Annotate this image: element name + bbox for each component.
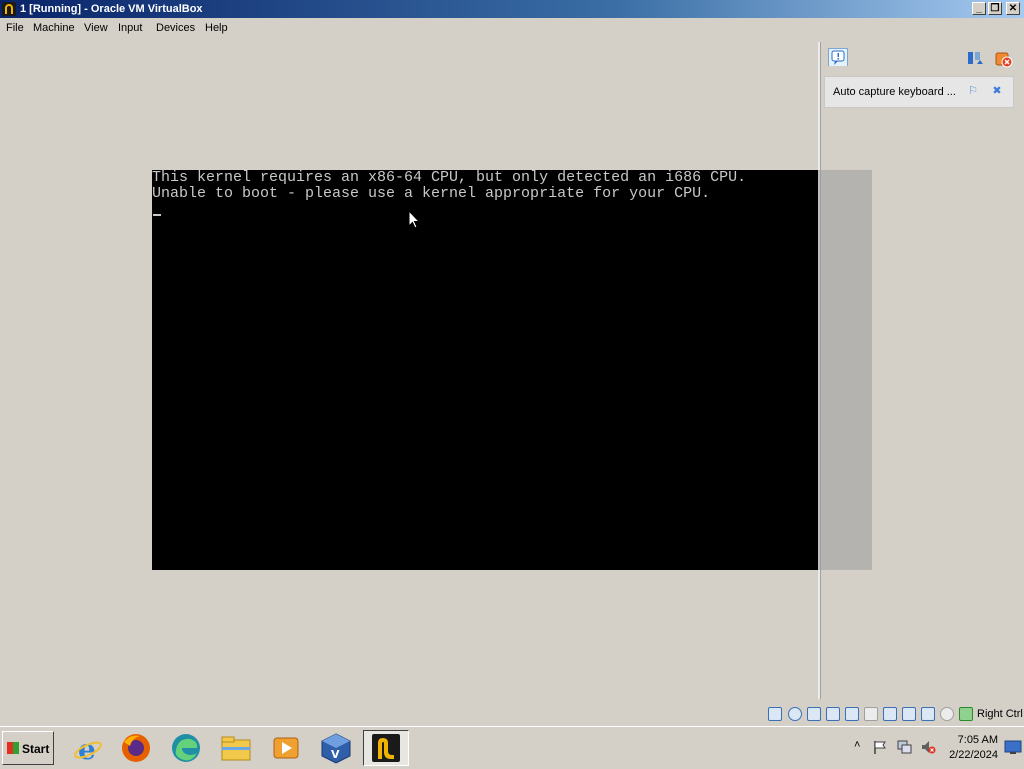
shared-folders-icon[interactable]	[864, 707, 878, 721]
restore-button[interactable]: ❐	[988, 2, 1002, 15]
menu-help[interactable]: Help	[205, 21, 228, 35]
svg-text:V: V	[331, 748, 340, 761]
virtualbox-manager-icon[interactable]: V	[314, 730, 358, 766]
menu-file[interactable]: File	[6, 21, 24, 35]
video-capture-icon[interactable]	[902, 707, 916, 721]
virtualbox-app-icon[interactable]	[2, 2, 16, 16]
minimize-button[interactable]: _	[972, 2, 986, 15]
vm-status-bar: Right Ctrl	[0, 704, 1024, 726]
console-line-2: Unable to boot - please use a kernel app…	[152, 185, 711, 202]
dismiss-all-icon[interactable]	[994, 50, 1014, 68]
menu-devices[interactable]: Devices	[156, 21, 195, 35]
window-title: 1 [Running] - Oracle VM VirtualBox	[20, 3, 203, 15]
network-tray-icon[interactable]	[896, 739, 912, 755]
menu-input[interactable]: Input	[118, 21, 142, 35]
firefox-icon[interactable]	[114, 730, 158, 766]
text-cursor	[153, 214, 161, 216]
taskbar: Start e V ˄ 7:05 AM 2/22/2024	[0, 726, 1024, 769]
start-label: Start	[22, 742, 50, 756]
close-button[interactable]: ✕	[1006, 2, 1020, 15]
display-icon[interactable]	[883, 707, 897, 721]
edge-icon[interactable]	[164, 730, 208, 766]
sort-notifications-icon[interactable]	[966, 50, 986, 68]
menu-machine[interactable]: Machine	[33, 21, 75, 35]
internet-explorer-icon[interactable]: e	[66, 730, 110, 766]
clock[interactable]: 7:05 AM 2/22/2024	[942, 733, 998, 763]
mouse-pointer-icon	[408, 210, 420, 229]
media-player-icon[interactable]	[264, 730, 308, 766]
show-hidden-icons-icon[interactable]: ˄	[854, 739, 860, 751]
menu-view[interactable]: View	[84, 21, 108, 35]
menu-bar: File Machine View Input Devices Help	[0, 18, 1024, 38]
console-line-1: This kernel requires an x86-64 CPU, but …	[152, 169, 747, 186]
clock-date: 2/22/2024	[949, 749, 998, 761]
start-button[interactable]: Start	[2, 731, 54, 765]
mouse-integration-icon[interactable]	[940, 707, 954, 721]
hard-disk-icon[interactable]	[768, 707, 782, 721]
vm-screen[interactable]: This kernel requires an x86-64 CPU, but …	[152, 170, 872, 570]
virtualization-icon[interactable]	[921, 707, 935, 721]
windows-logo-icon	[7, 742, 19, 754]
side-panel-header	[824, 46, 1024, 72]
keyboard-capture-icon[interactable]	[959, 707, 973, 721]
message-center-icon[interactable]	[828, 48, 848, 66]
close-notification-icon[interactable]: ✖	[991, 85, 1003, 97]
network-icon[interactable]	[826, 707, 840, 721]
do-not-show-again-icon[interactable]: ⚐	[967, 85, 979, 97]
virtualbox-vm-icon	[372, 734, 400, 762]
show-desktop-icon[interactable]	[1004, 739, 1022, 755]
notification-text: Auto capture keyboard ...	[833, 86, 956, 98]
system-tray: ˄ 7:05 AM 2/22/2024	[850, 729, 1024, 767]
action-center-flag-icon[interactable]	[872, 739, 888, 755]
notification-card[interactable]: Auto capture keyboard ... ⚐ ✖	[824, 76, 1014, 108]
usb-icon[interactable]	[845, 707, 859, 721]
host-key-label: Right Ctrl	[977, 708, 1023, 720]
panel-shadow-overlay	[818, 170, 872, 570]
optical-drive-icon[interactable]	[788, 707, 802, 721]
clock-time: 7:05 AM	[957, 734, 998, 746]
title-bar[interactable]: 1 [Running] - Oracle VM VirtualBox _ ❐ ✕	[0, 0, 1024, 18]
volume-muted-icon[interactable]	[920, 739, 936, 755]
taskbar-active-vm-window[interactable]	[363, 730, 409, 766]
audio-icon[interactable]	[807, 707, 821, 721]
file-explorer-icon[interactable]	[214, 730, 258, 766]
